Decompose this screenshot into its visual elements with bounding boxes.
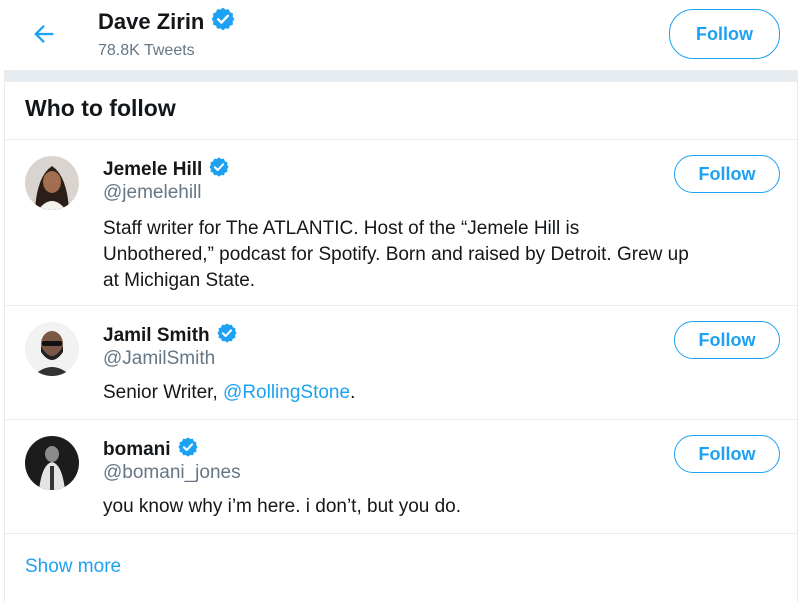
user-name-text: Jemele Hill	[103, 159, 203, 180]
bio-line: at Michigan State.	[103, 270, 256, 291]
user-name-bomani[interactable]: bomani	[103, 436, 199, 464]
bio-text: Senior Writer,	[103, 382, 224, 403]
right-border	[797, 0, 798, 602]
verified-badge-icon	[216, 322, 238, 350]
divider	[4, 533, 798, 534]
user-bio-jemele-hill: Staff writer for The ATLANTIC. Host of t…	[103, 216, 793, 294]
user-bio-jamil-smith: Senior Writer, @RollingStone.	[103, 380, 793, 406]
user-handle-jamil-smith: @JamilSmith	[103, 348, 216, 369]
profile-name: Dave Zirin	[98, 6, 236, 38]
verified-badge-icon	[177, 436, 199, 464]
profile-name-text: Dave Zirin	[98, 9, 205, 34]
follow-button-jemele-hill[interactable]: Follow	[674, 155, 780, 193]
user-name-text: bomani	[103, 439, 171, 460]
profile-header: Dave Zirin 78.8K Tweets Follow	[0, 0, 802, 70]
bio-text: .	[350, 382, 356, 403]
user-bio-bomani: you know why i’m here. i don’t, but you …	[103, 496, 462, 517]
bio-line: Staff writer for The ATLANTIC. Host of t…	[103, 218, 580, 239]
mention-link[interactable]: @RollingStone	[223, 382, 350, 403]
show-more-link[interactable]: Show more	[25, 556, 121, 578]
user-name-jamil-smith[interactable]: Jamil Smith	[103, 322, 238, 350]
verified-badge-icon	[210, 6, 236, 38]
who-to-follow-title: Who to follow	[25, 95, 176, 121]
divider	[4, 139, 798, 140]
avatar-jamil-smith[interactable]	[25, 322, 79, 376]
bio-line: Unbothered,” podcast for Spotify. Born a…	[103, 244, 689, 265]
user-name-jemele-hill[interactable]: Jemele Hill	[103, 156, 230, 184]
user-handle-bomani: @bomani_jones	[103, 462, 241, 483]
verified-badge-icon	[208, 156, 230, 184]
follow-button-dave-zirin[interactable]: Follow	[669, 9, 780, 59]
divider	[4, 305, 798, 306]
divider	[4, 419, 798, 420]
follow-button-bomani[interactable]: Follow	[674, 435, 780, 473]
user-handle-jemele-hill: @jemelehill	[103, 182, 202, 203]
section-separator	[4, 70, 798, 82]
tweet-count: 78.8K Tweets	[98, 42, 195, 59]
twitter-profile-page: Dave Zirin 78.8K Tweets Follow Who to fo…	[0, 0, 802, 602]
back-arrow-icon[interactable]	[30, 20, 58, 48]
avatar-jemele-hill[interactable]	[25, 156, 79, 210]
left-border	[4, 0, 5, 602]
follow-button-jamil-smith[interactable]: Follow	[674, 321, 780, 359]
user-name-text: Jamil Smith	[103, 325, 210, 346]
avatar-bomani[interactable]	[25, 436, 79, 490]
